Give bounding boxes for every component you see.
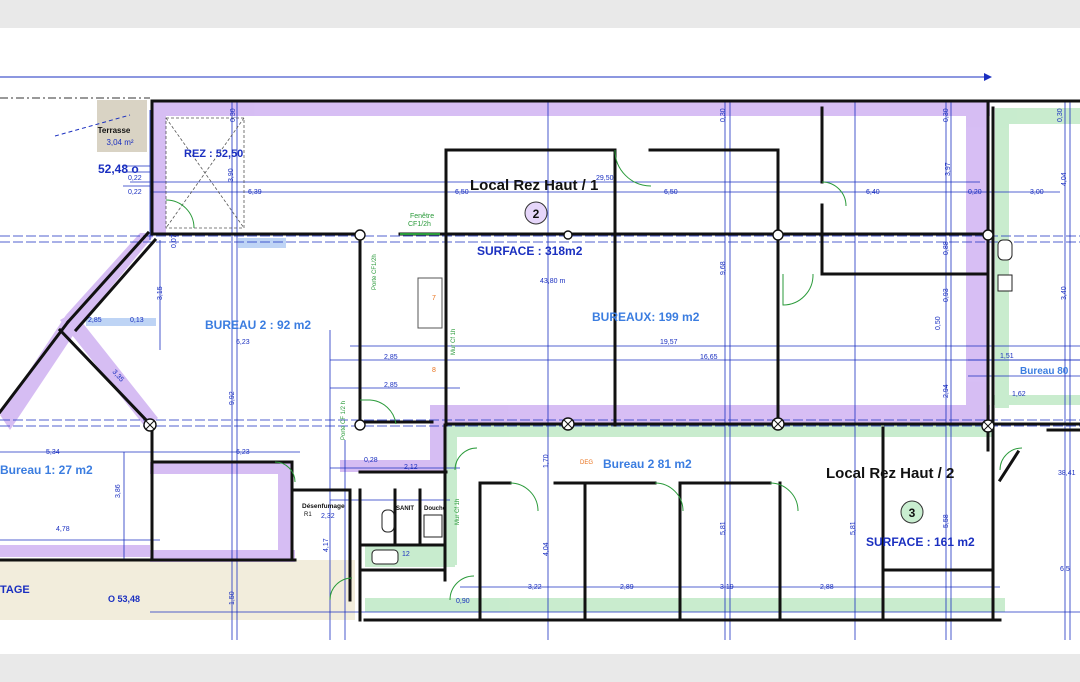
- dim-386: 3,86: [115, 484, 122, 498]
- dim-030-b: 0,30: [720, 108, 727, 122]
- terrasse-title: Terrasse: [98, 126, 131, 135]
- dim-623-b: 6,23: [236, 449, 250, 456]
- dim-030-a: 0,30: [230, 108, 237, 122]
- dim-1665: 16,65: [700, 354, 718, 361]
- desenfumage-label: Désenfumage: [302, 503, 345, 510]
- terrasse-area: 3,04 m²: [106, 138, 133, 147]
- dim-478: 4,78: [56, 526, 70, 533]
- douche-label: Douche: [424, 506, 447, 512]
- dim-650-b: 6,50: [664, 189, 678, 196]
- dim-992: 9,92: [229, 391, 236, 405]
- o-area: O 53,48: [108, 594, 140, 604]
- dim-007-a: 0,07: [171, 234, 178, 248]
- deg-label: DEG: [580, 460, 593, 466]
- dim-534: 5,34: [46, 449, 60, 456]
- floor-plan: Terrasse 3,04 m² 52,48 o REZ : 52,50 Loc…: [0, 0, 1080, 682]
- stage-text: TAGE: [0, 584, 30, 596]
- bureaux-area: BUREAUX: 199 m2: [592, 310, 700, 324]
- fenetre-label: Fenêtre: [410, 213, 434, 220]
- mur-cf-label: Mur Cf 1h: [451, 329, 457, 355]
- dim-294: 2,94: [943, 384, 950, 398]
- dim-404-b: 4,04: [543, 542, 550, 556]
- dim-7: 7: [432, 295, 436, 302]
- dim-397: 3,97: [945, 162, 952, 176]
- bureau-right: Bureau 80: [1020, 366, 1069, 377]
- dim-088: 0,88: [943, 241, 950, 255]
- bureau2-bottom: Bureau 2 81 m2: [603, 457, 692, 471]
- dim-417: 4,17: [323, 538, 330, 552]
- dim-050: 0,50: [935, 316, 942, 330]
- porte-cf2-label: Porte CF 1/2 h: [341, 401, 347, 440]
- rez-area: REZ : 52,50: [184, 148, 243, 160]
- local2-surface: SURFACE : 161 m2: [866, 535, 975, 549]
- dim-623-a: 6,23: [236, 339, 250, 346]
- dim-2950: 29,50: [596, 175, 614, 182]
- dim-020-a: 0,20: [968, 189, 982, 196]
- dim-212: 2,12: [404, 464, 418, 471]
- area-52-48: 52,48 o: [98, 162, 139, 176]
- dim-022-b: 0,22: [128, 189, 142, 196]
- bureau2-top: BUREAU 2 : 92 m2: [205, 318, 311, 332]
- dim-170: 1,70: [543, 454, 550, 468]
- mur-cf2-label: Mur Cf 1h: [455, 499, 461, 525]
- dim-162: 1,62: [1012, 391, 1026, 398]
- dim-340: 3,40: [1061, 286, 1068, 300]
- sanit-label: SANIT: [396, 506, 414, 512]
- bureau1: Bureau 1: 27 m2: [0, 463, 93, 477]
- dim-285-a: 2,85: [88, 317, 102, 324]
- dim-639: 6,39: [248, 189, 262, 196]
- local1-number: 2: [533, 207, 540, 221]
- local2-title: Local Rez Haut / 2: [826, 465, 954, 482]
- dim-558: 5,58: [943, 514, 950, 528]
- dim-285-b: 2,85: [384, 354, 398, 361]
- dim-968: 9,68: [720, 261, 727, 275]
- dim-289: 2,89: [620, 584, 634, 591]
- dim-12: 12: [402, 551, 410, 558]
- dim-090: 0,90: [456, 598, 470, 605]
- local2-number: 3: [909, 506, 916, 520]
- dim-288: 2,88: [820, 584, 834, 591]
- dim-1957: 19,57: [660, 339, 678, 346]
- dim-581-a: 5,81: [720, 521, 727, 535]
- dim-028: 0,28: [364, 457, 378, 464]
- porte-cf-label: Porte CF1/2h: [372, 254, 378, 290]
- dim-315: 3,15: [157, 286, 164, 300]
- dim-8: 8: [432, 367, 436, 374]
- local1-surface: SURFACE : 318m2: [477, 244, 583, 258]
- length-43-80: 43,80 m: [540, 278, 565, 285]
- dim-022-a: 0,22: [128, 175, 142, 182]
- dim-030-d: 0,30: [1057, 108, 1064, 122]
- dim-151: 1,51: [1000, 353, 1014, 360]
- fenetre-rating: CF1/2h: [408, 221, 431, 228]
- dim-3841: 38,41: [1058, 470, 1076, 477]
- dim-404: 4,04: [1061, 172, 1068, 186]
- dim-390: 3,90: [228, 168, 235, 182]
- dim-093: 0,93: [943, 288, 950, 302]
- dim-322: 3,22: [528, 584, 542, 591]
- desenfumage-sub: R1: [304, 512, 312, 518]
- local1-title: Local Rez Haut / 1: [470, 177, 598, 194]
- dim-013: 0,13: [130, 317, 144, 324]
- dim-300: 3,00: [1030, 189, 1044, 196]
- dim-030-c: 0,30: [943, 108, 950, 122]
- dim-150: 1,50: [229, 591, 236, 605]
- dim-319: 3,19: [720, 584, 734, 591]
- dim-650-a: 6,50: [455, 189, 469, 196]
- dim-285-c: 2,85: [384, 382, 398, 389]
- dim-232: 2,32: [321, 513, 335, 520]
- dim-640: 6,40: [866, 189, 880, 196]
- dim-65: 6,5: [1060, 566, 1070, 573]
- dim-581-b: 5,81: [850, 521, 857, 535]
